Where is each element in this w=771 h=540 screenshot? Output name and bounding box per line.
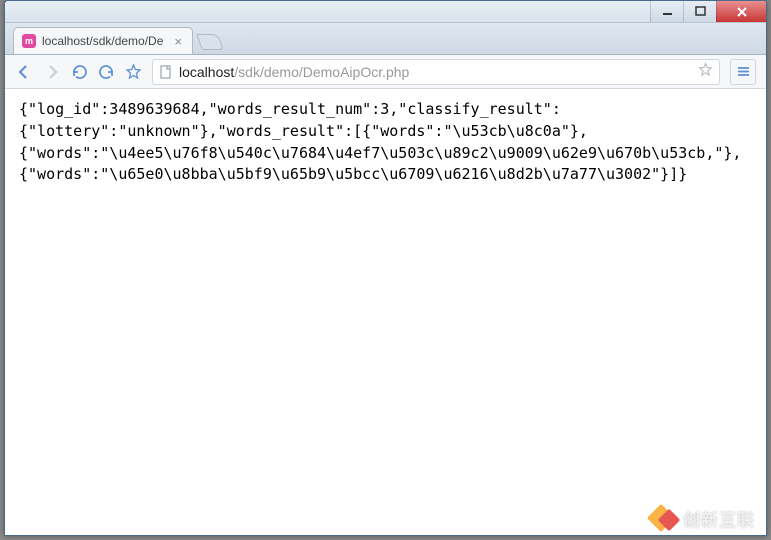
window-maximize-button[interactable] <box>683 1 716 22</box>
star-outline-icon <box>698 62 713 77</box>
tab-favicon: m <box>22 34 36 48</box>
tab-title: localhost/sdk/demo/De <box>42 34 168 48</box>
back-button[interactable] <box>15 63 33 81</box>
undo-icon <box>98 63 115 80</box>
json-line: {"words":"\u4ee5\u76f8\u540c\u7684\u4ef7… <box>19 144 741 162</box>
json-line: {"lottery":"unknown"},"words_result":[{"… <box>19 122 588 140</box>
new-tab-button[interactable] <box>196 34 224 50</box>
bookmark-star-button[interactable] <box>125 63 142 80</box>
maximize-icon <box>695 6 706 17</box>
url-host: localhost <box>179 64 234 80</box>
star-icon <box>125 63 142 80</box>
browser-window: m localhost/sdk/demo/De × localhost/sdk/… <box>4 0 767 536</box>
minimize-icon <box>662 6 673 17</box>
toolbar: localhost/sdk/demo/DemoAipOcr.php <box>5 55 766 89</box>
address-bar[interactable]: localhost/sdk/demo/DemoAipOcr.php <box>152 59 720 85</box>
json-line: {"words":"\u65e0\u8bba\u5bf9\u65b9\u5bcc… <box>19 165 687 183</box>
bookmark-page-button[interactable] <box>698 62 713 82</box>
page-content: {"log_id":3489639684,"words_result_num":… <box>5 89 766 196</box>
hamburger-icon <box>736 64 751 79</box>
watermark: 创新互联 <box>649 504 755 532</box>
json-line: {"log_id":3489639684,"words_result_num":… <box>19 100 561 118</box>
window-minimize-button[interactable] <box>650 1 683 22</box>
reload-icon <box>71 63 88 80</box>
url-text: localhost/sdk/demo/DemoAipOcr.php <box>179 64 692 80</box>
watermark-logo-icon <box>649 504 677 532</box>
tab-strip: m localhost/sdk/demo/De × <box>5 23 766 55</box>
back-icon <box>15 63 33 81</box>
page-icon <box>159 65 173 79</box>
forward-button[interactable] <box>43 63 61 81</box>
url-path: /sdk/demo/DemoAipOcr.php <box>234 64 409 80</box>
undo-button[interactable] <box>98 63 115 80</box>
close-icon <box>736 6 748 18</box>
browser-tab[interactable]: m localhost/sdk/demo/De × <box>13 27 193 54</box>
watermark-text: 创新互联 <box>683 506 755 531</box>
reload-button[interactable] <box>71 63 88 80</box>
forward-icon <box>43 63 61 81</box>
window-titlebar <box>5 1 766 23</box>
tab-close-button[interactable]: × <box>174 35 182 48</box>
window-close-button[interactable] <box>716 1 766 22</box>
menu-button[interactable] <box>730 59 756 85</box>
